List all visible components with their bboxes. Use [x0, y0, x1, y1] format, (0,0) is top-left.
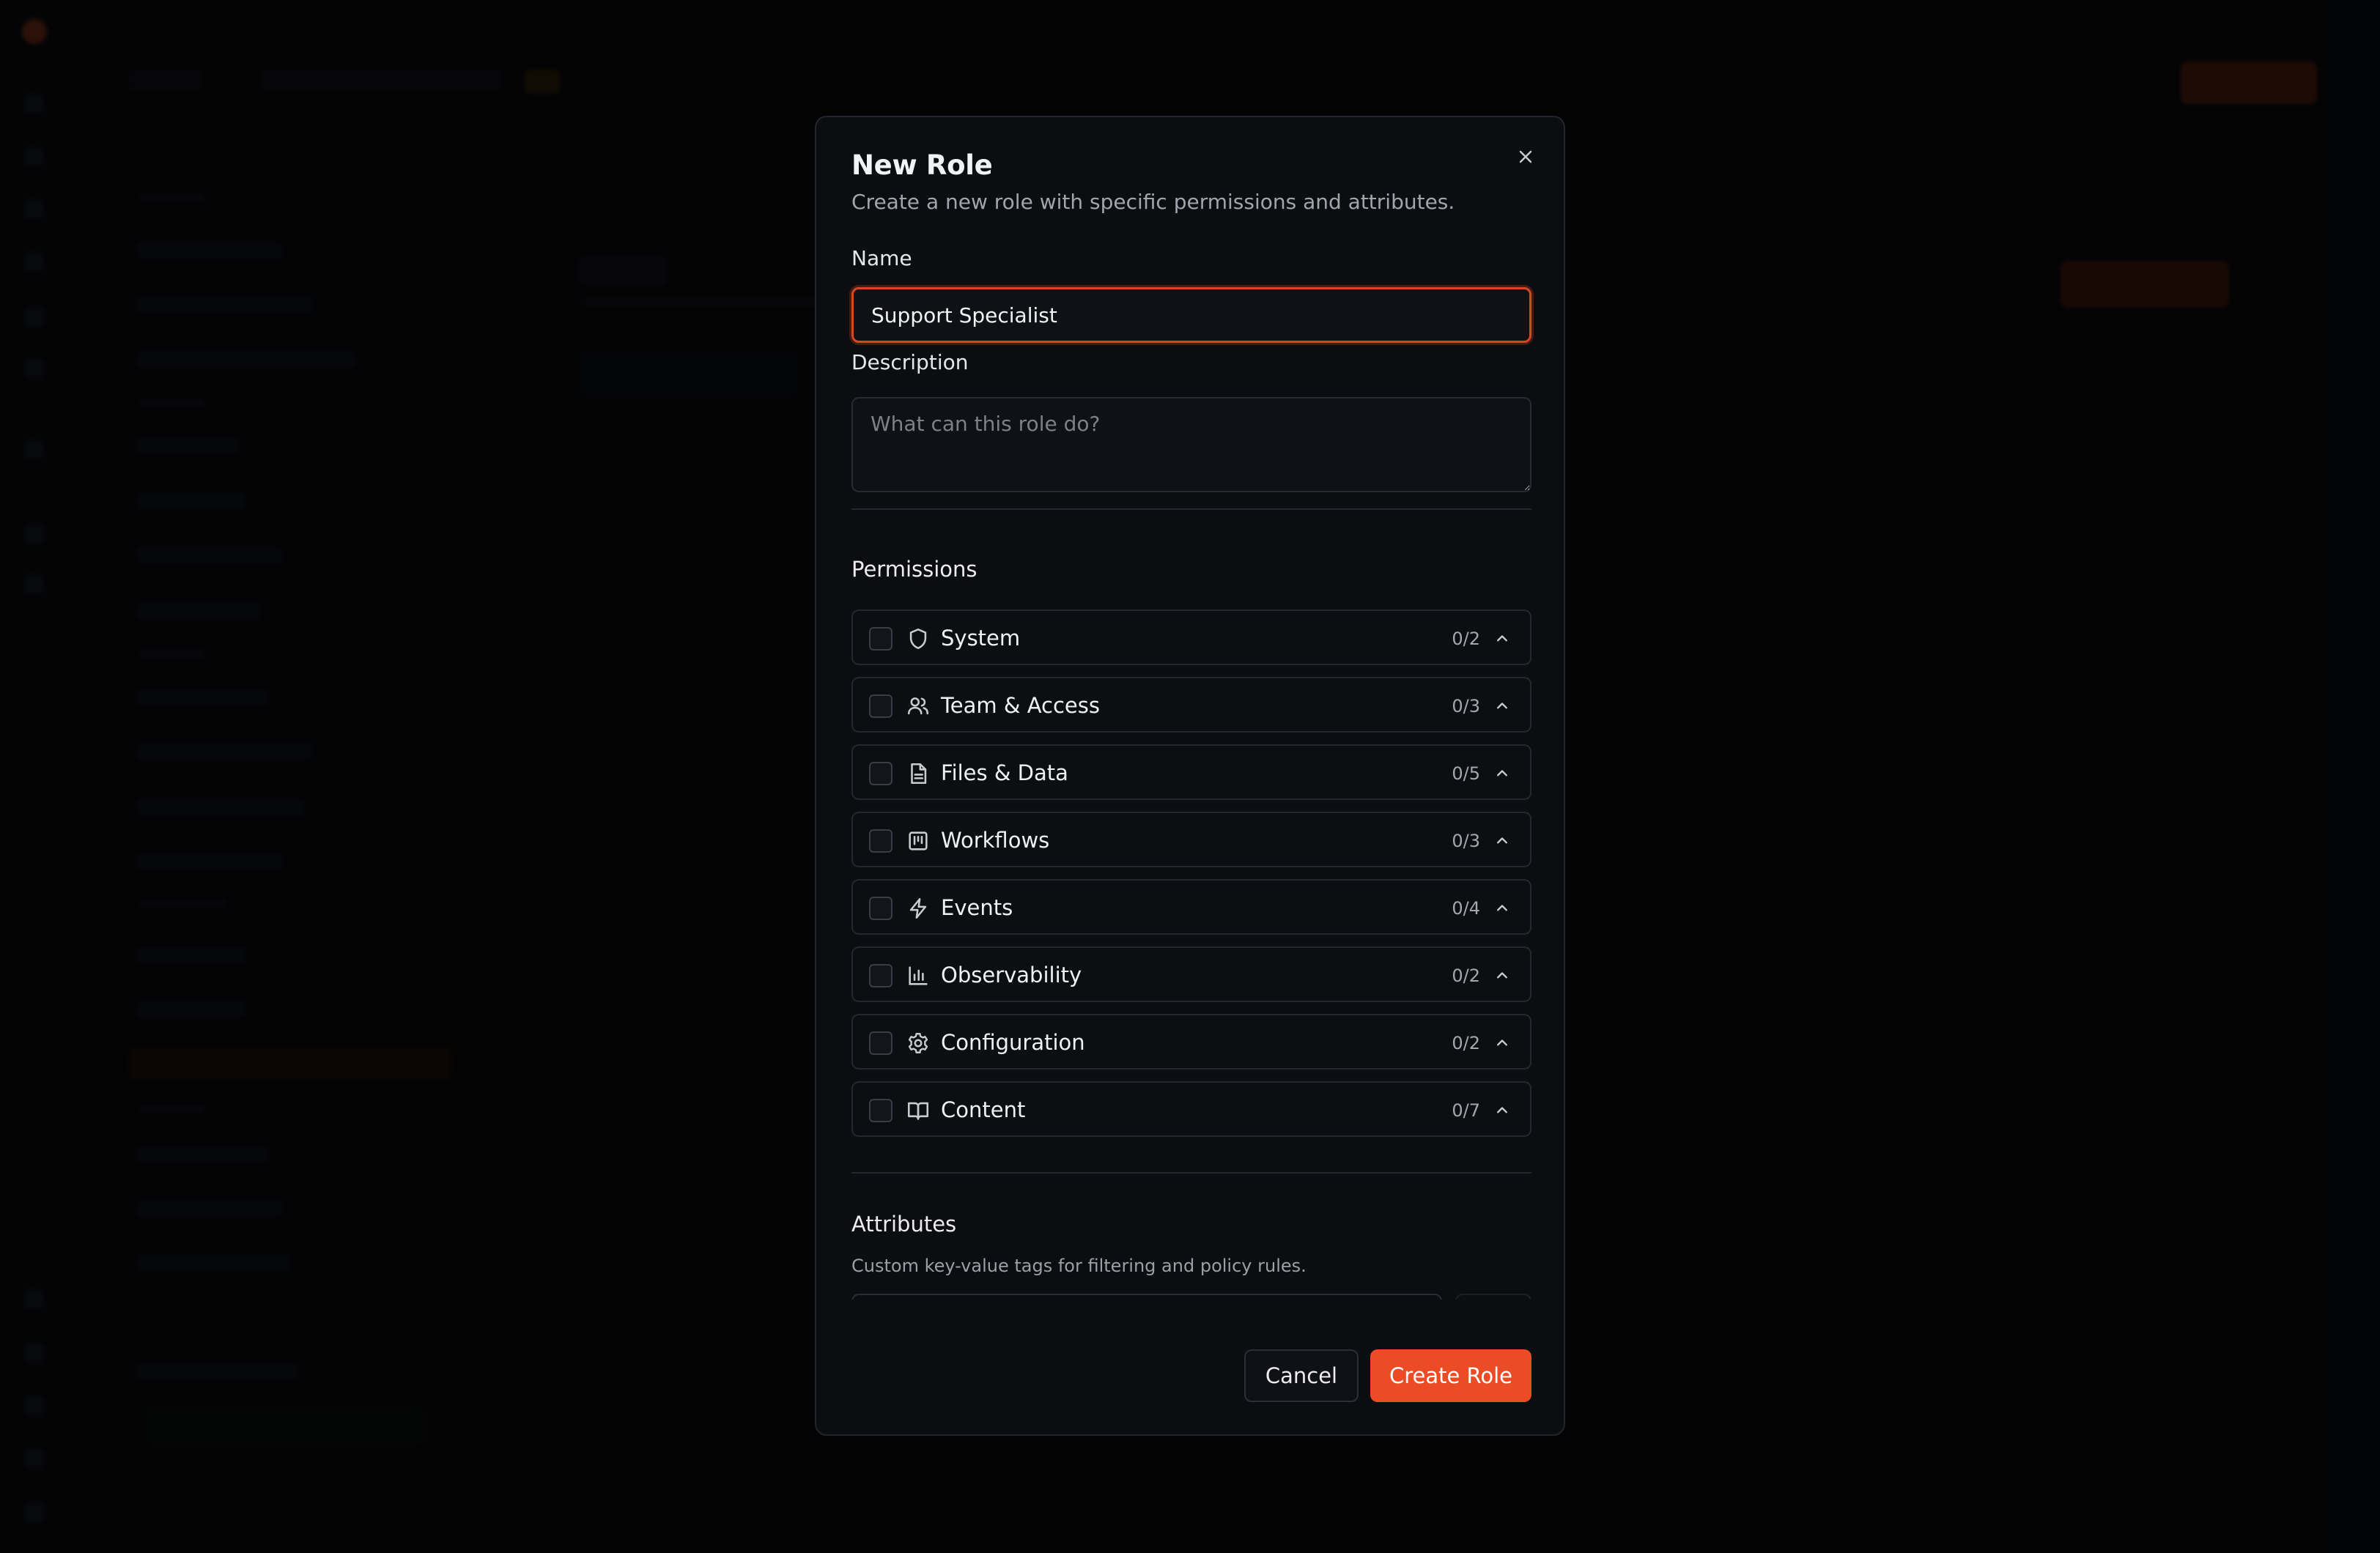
- attributes-title: Attributes: [851, 1212, 957, 1237]
- permission-checkbox[interactable]: [869, 694, 892, 718]
- attributes-subtitle: Custom key-value tags for filtering and …: [851, 1256, 1307, 1276]
- dialog-subtitle: Create a new role with specific permissi…: [851, 190, 1455, 214]
- permission-count: 0/3: [1452, 831, 1480, 851]
- permission-group-files-data[interactable]: Files & Data 0/5: [851, 744, 1531, 800]
- chevron-up-icon[interactable]: [1492, 696, 1512, 716]
- chevron-up-icon[interactable]: [1492, 965, 1512, 986]
- permission-group-content[interactable]: Content 0/7: [851, 1081, 1531, 1137]
- permission-checkbox[interactable]: [869, 1031, 892, 1055]
- permission-count: 0/5: [1452, 763, 1480, 784]
- permission-checkbox[interactable]: [869, 897, 892, 920]
- permission-group-configuration[interactable]: Configuration 0/2: [851, 1014, 1531, 1070]
- permission-group-label: Team & Access: [941, 693, 1100, 718]
- permission-count: 0/4: [1452, 898, 1480, 919]
- create-role-button[interactable]: Create Role: [1370, 1349, 1531, 1402]
- permission-group-label: Events: [941, 895, 1013, 920]
- permission-group-label: System: [941, 626, 1021, 651]
- permissions-title: Permissions: [851, 557, 978, 582]
- permission-group-observability[interactable]: Observability 0/2: [851, 946, 1531, 1002]
- shield-icon: [906, 626, 931, 651]
- permission-count: 0/2: [1452, 629, 1480, 649]
- chevron-up-icon[interactable]: [1492, 898, 1512, 919]
- permission-checkbox[interactable]: [869, 762, 892, 785]
- permission-group-label: Workflows: [941, 828, 1050, 853]
- permission-count: 0/3: [1452, 696, 1480, 716]
- description-label: Description: [851, 350, 969, 374]
- permission-checkbox[interactable]: [869, 1099, 892, 1122]
- permission-group-label: Content: [941, 1097, 1026, 1122]
- chevron-up-icon[interactable]: [1492, 1033, 1512, 1053]
- permission-checkbox[interactable]: [869, 627, 892, 651]
- cancel-button[interactable]: Cancel: [1244, 1349, 1359, 1402]
- lightning-icon: [906, 896, 931, 921]
- permission-group-label: Files & Data: [941, 760, 1068, 785]
- bar-chart-icon: [906, 963, 931, 988]
- permission-count: 0/2: [1452, 965, 1480, 986]
- book-icon: [906, 1098, 931, 1123]
- chevron-up-icon[interactable]: [1492, 763, 1512, 784]
- divider: [851, 1172, 1531, 1174]
- divider: [851, 508, 1531, 510]
- new-role-dialog: New Role Create a new role with specific…: [815, 116, 1565, 1436]
- file-icon: [906, 761, 931, 786]
- permission-group-label: Observability: [941, 963, 1082, 987]
- permission-group-team-access[interactable]: Team & Access 0/3: [851, 677, 1531, 733]
- gear-icon: [906, 1031, 931, 1056]
- permission-group-label: Configuration: [941, 1030, 1085, 1055]
- chevron-up-icon[interactable]: [1492, 1100, 1512, 1121]
- permission-checkbox[interactable]: [869, 964, 892, 987]
- users-icon: [906, 694, 931, 719]
- permission-count: 0/7: [1452, 1100, 1480, 1121]
- dialog-title: New Role: [851, 149, 993, 181]
- permission-group-events[interactable]: Events 0/4: [851, 879, 1531, 935]
- description-input[interactable]: [851, 397, 1531, 492]
- chevron-up-icon[interactable]: [1492, 629, 1512, 649]
- permission-group-workflows[interactable]: Workflows 0/3: [851, 812, 1531, 867]
- chevron-up-icon[interactable]: [1492, 831, 1512, 851]
- name-label: Name: [851, 246, 912, 270]
- dialog-header: New Role Create a new role with specific…: [851, 149, 1531, 214]
- permission-group-system[interactable]: System 0/2: [851, 609, 1531, 665]
- permission-checkbox[interactable]: [869, 829, 892, 853]
- name-input[interactable]: [851, 287, 1531, 343]
- permission-count: 0/2: [1452, 1033, 1480, 1053]
- kanban-icon: [906, 829, 931, 853]
